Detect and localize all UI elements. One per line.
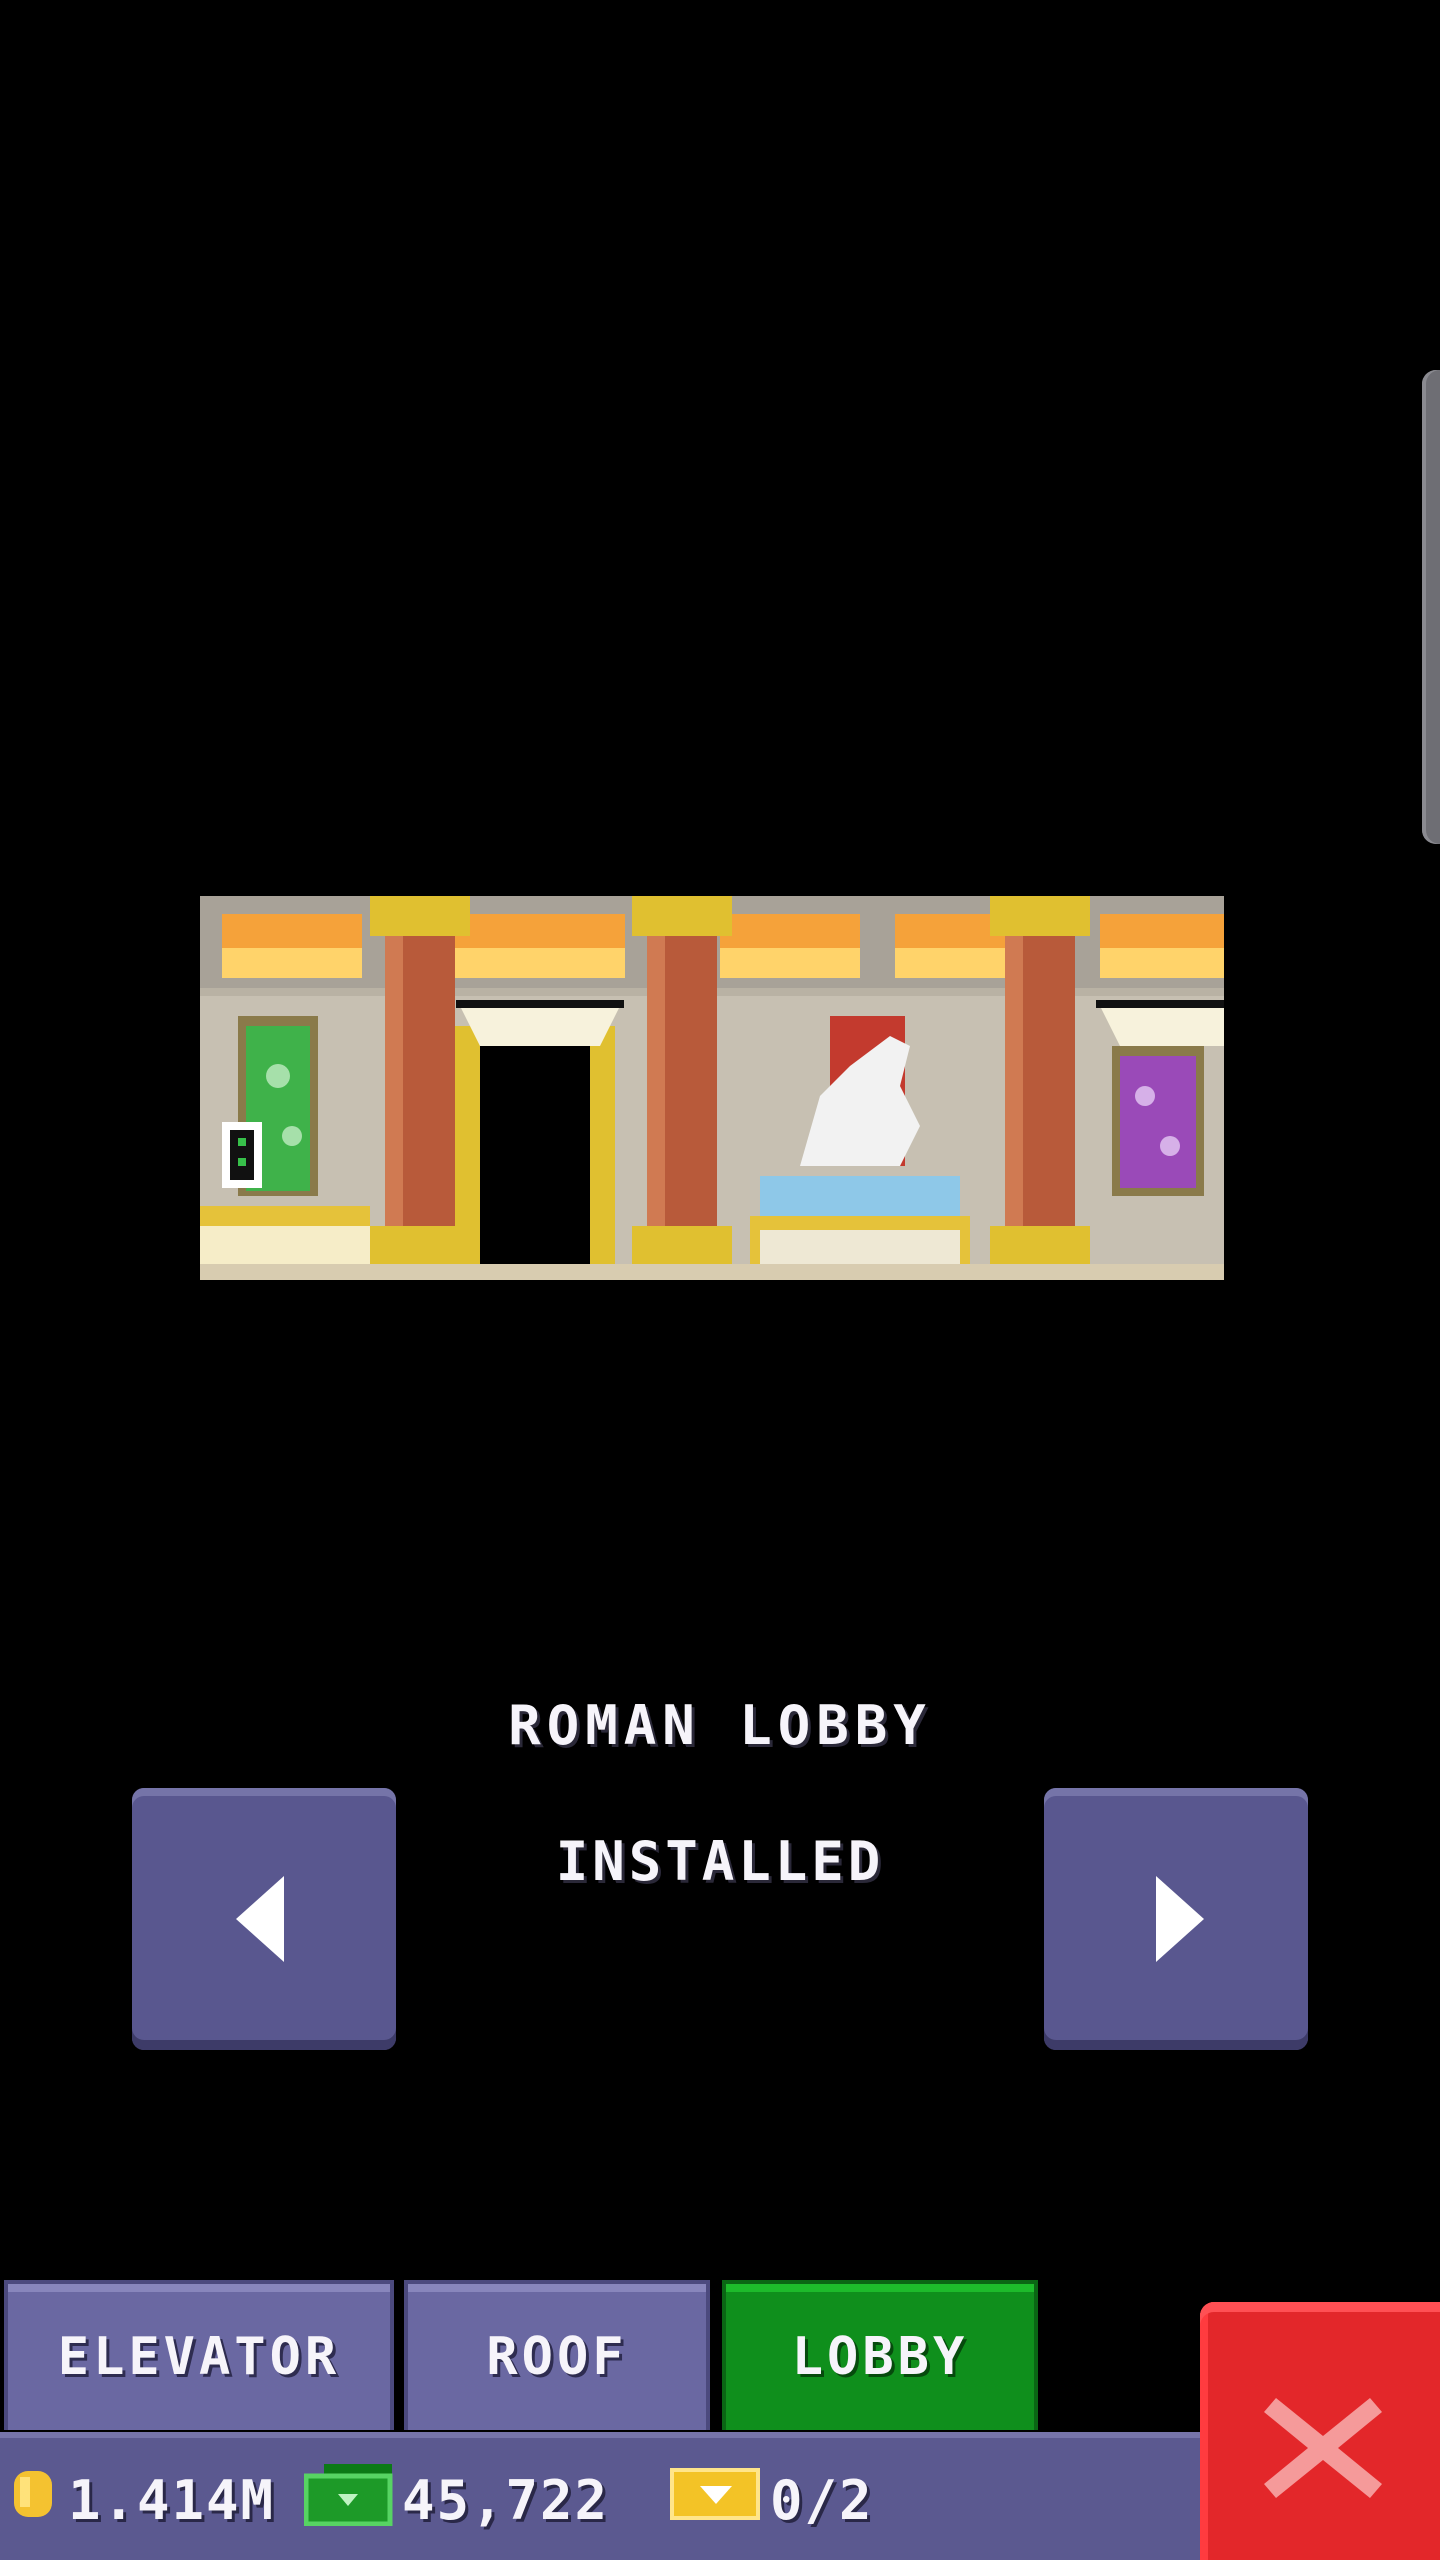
tickets-counter: 0/2 <box>670 2466 874 2535</box>
close-button[interactable] <box>1200 2302 1440 2560</box>
close-icon <box>1264 2398 1382 2498</box>
previous-room-button[interactable] <box>132 1788 396 2050</box>
cash-counter: 45,722 <box>303 2463 610 2532</box>
lobby-preview-image <box>200 896 1224 1280</box>
side-scroll-handle[interactable] <box>1422 370 1440 844</box>
cash-icon <box>303 2462 394 2539</box>
coin-icon <box>6 2467 60 2534</box>
cash-value: 45,722 <box>402 2468 610 2532</box>
coins-value: 1.414M <box>68 2468 276 2532</box>
tab-roof-label: ROOF <box>486 2327 628 2387</box>
golden-ticket-icon <box>670 2466 762 2535</box>
tab-elevator[interactable]: ELEVATOR <box>4 2280 394 2430</box>
tab-roof[interactable]: ROOF <box>404 2280 710 2430</box>
next-room-button[interactable] <box>1044 1788 1308 2050</box>
tab-elevator-label: ELEVATOR <box>57 2327 341 2387</box>
tab-lobby[interactable]: LOBBY <box>722 2280 1038 2430</box>
tab-lobby-label: LOBBY <box>791 2327 969 2387</box>
coins-counter: 1.414M <box>6 2468 275 2532</box>
right-triangle-icon <box>1156 1876 1204 1962</box>
left-triangle-icon <box>236 1876 284 1962</box>
room-name: ROMAN LOBBY <box>508 1694 932 1757</box>
tickets-value: 0/2 <box>770 2468 874 2532</box>
